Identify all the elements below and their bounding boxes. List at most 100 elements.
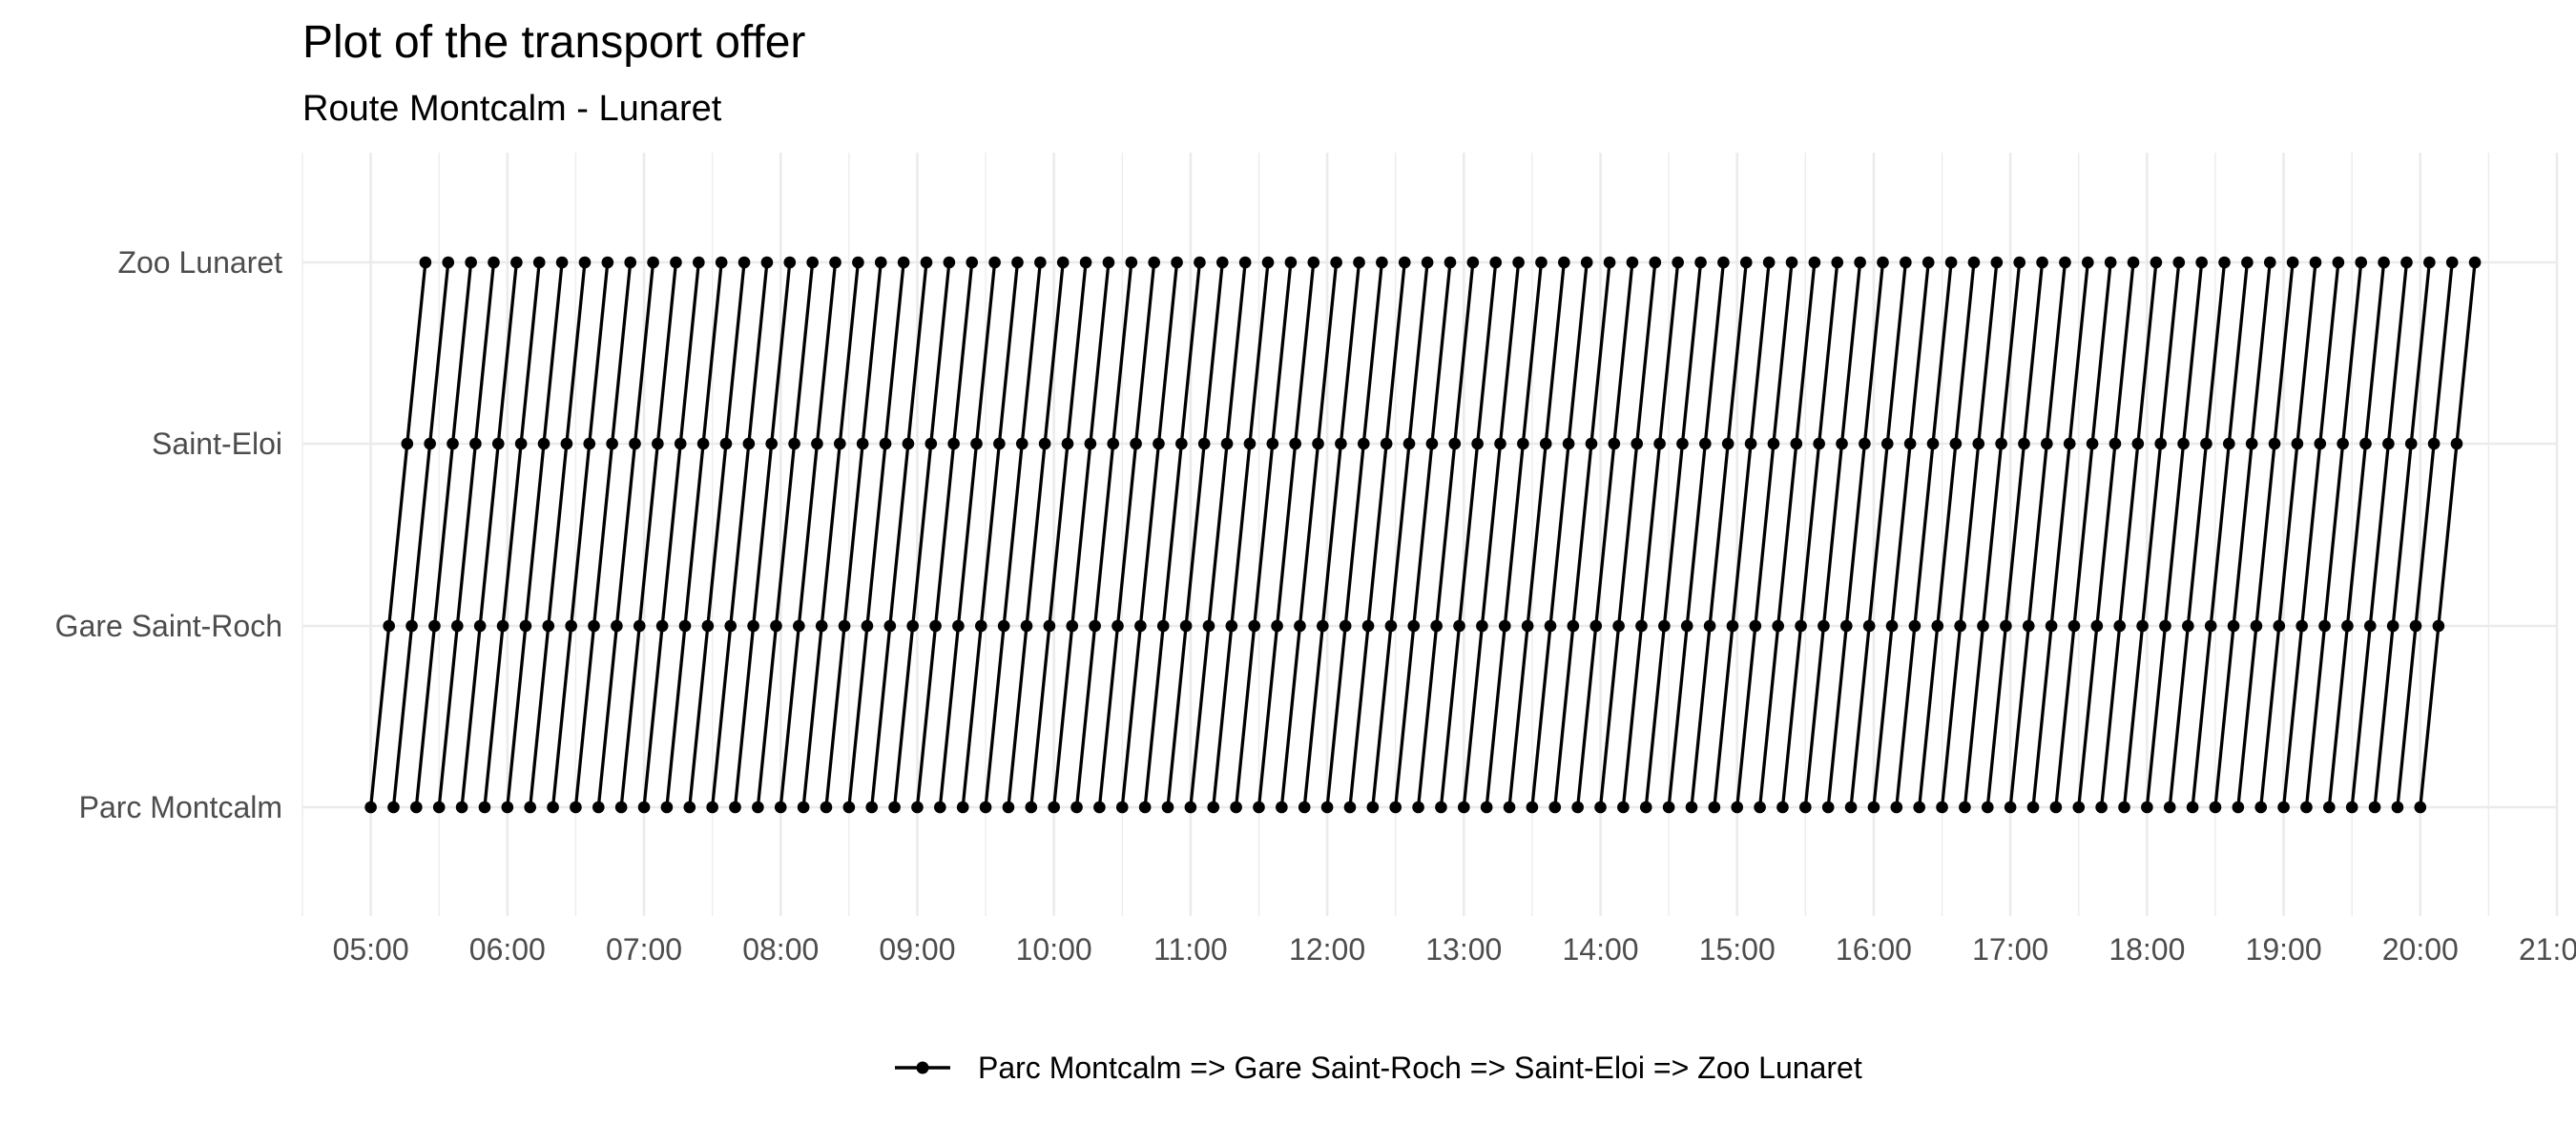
trip-stop-point	[532, 256, 546, 269]
trip-stop-point	[2391, 801, 2404, 814]
trip-stop-point	[1107, 437, 1120, 450]
trip-stop-point	[606, 437, 618, 450]
trip-stop-point	[1813, 437, 1825, 450]
trip-stop-point	[2172, 256, 2186, 269]
x-tick-label: 16:00	[1836, 932, 1912, 967]
trip-stop-point	[2241, 256, 2254, 269]
trip-stop-point	[1772, 619, 1784, 633]
trip-stop-point	[1721, 437, 1735, 450]
trip-stop-point	[2337, 437, 2349, 450]
trip-stop-point	[856, 437, 869, 450]
trip-stop-point	[701, 619, 715, 633]
trip-line	[1872, 261, 1930, 808]
trip-stop-point	[1808, 256, 1821, 269]
trip-stop-point	[1453, 619, 1465, 633]
chart: Plot of the transport offer Route Montca…	[55, 17, 2576, 1085]
trip-stop-point	[578, 256, 592, 269]
trip-stop-point	[1680, 619, 1693, 633]
trip-stop-point	[2286, 256, 2299, 269]
x-tick-label: 14:00	[1562, 932, 1638, 967]
trip-stop-point	[1498, 619, 1511, 633]
trip-line	[1940, 261, 1999, 808]
trip-stop-point	[1535, 256, 1548, 269]
trip-stop-point	[1179, 619, 1193, 633]
legend: Parc Montcalm => Gare Saint-Roch => Sain…	[895, 1051, 1862, 1085]
trip-stop-point	[2382, 437, 2395, 450]
trip-stop-point	[1093, 801, 1106, 814]
trip-stop-point	[2427, 437, 2441, 450]
trip-stop-point	[874, 256, 887, 269]
trip-stop-point	[1366, 801, 1380, 814]
trip-stop-point	[1225, 619, 1238, 633]
trip-line	[1985, 261, 2045, 808]
trip-stop-point	[2404, 437, 2418, 450]
trip-stop-point	[1685, 801, 1698, 814]
trip-stop-point	[1412, 801, 1424, 814]
trip-stop-point	[560, 437, 573, 450]
trip-stop-point	[906, 619, 919, 633]
trip-stop-point	[1243, 437, 1257, 450]
trip-stop-point	[428, 619, 441, 633]
trip-stop-point	[1694, 256, 1707, 269]
trip-stop-point	[1089, 619, 1101, 633]
trip-stop-point	[1335, 437, 1347, 450]
trip-stop-point	[1357, 437, 1370, 450]
trip-stop-point	[729, 801, 741, 814]
trip-stop-point	[1854, 256, 1866, 269]
trip-stop-point	[1134, 619, 1147, 633]
y-axis-ticks: Parc Montcalm Gare Saint-Roch Saint-Eloi Zo…	[55, 245, 282, 824]
trip-stop-point	[1795, 619, 1807, 633]
x-axis-ticks: 05:00 06:00 07:00 08:00 09:00 10:00 11:00 12:00…	[333, 932, 2576, 967]
trip-line	[1325, 261, 1384, 808]
trip-stop-point	[496, 619, 509, 633]
trip-stop-point	[1330, 256, 1342, 269]
trip-stop-point	[2359, 437, 2372, 450]
trip-line	[1895, 261, 1953, 808]
trip-line	[1029, 261, 1088, 808]
trip-line	[2054, 261, 2112, 808]
trip-line	[619, 261, 678, 808]
trip-stop-point	[1125, 256, 1138, 269]
trip-stop-point	[2250, 619, 2263, 633]
trip-line	[1803, 261, 1862, 808]
trip-stop-point	[1836, 437, 1848, 450]
trip-stop-point	[911, 801, 924, 814]
trip-stop-point	[2227, 619, 2240, 633]
trip-stop-point	[2468, 256, 2482, 269]
trip-line	[1667, 261, 1726, 808]
trip-line	[2419, 261, 2477, 808]
trip-stop-point	[752, 801, 764, 814]
trip-stop-point	[1840, 619, 1853, 633]
trip-stop-point	[811, 437, 823, 450]
trip-stop-point	[797, 801, 810, 814]
trip-stop-point	[1749, 619, 1762, 633]
trip-stop-point	[760, 256, 774, 269]
trip-stop-point	[2432, 619, 2445, 633]
trip-line	[1189, 261, 1247, 808]
trip-stop-point	[1649, 256, 1662, 269]
trip-stop-point	[1762, 256, 1776, 269]
trip-stop-point	[2423, 256, 2436, 269]
x-tick-label: 08:00	[742, 932, 819, 967]
trip-line	[1257, 261, 1316, 808]
trip-line	[688, 261, 746, 808]
trip-line	[2168, 261, 2227, 808]
trip-stop-point	[993, 437, 1006, 450]
trip-stop-point	[2141, 801, 2153, 814]
y-tick-label: Saint-Eloi	[152, 427, 282, 461]
trip-stop-point	[424, 437, 436, 450]
trip-stop-point	[2136, 619, 2149, 633]
y-tick-label: Parc Montcalm	[79, 790, 282, 824]
trip-stop-point	[2131, 437, 2145, 450]
trip-stop-point	[2082, 256, 2094, 269]
trip-stop-point	[383, 619, 396, 633]
trip-stop-point	[1061, 437, 1074, 450]
trip-stop-point	[1603, 256, 1616, 269]
trip-stop-point	[2309, 256, 2322, 269]
trip-stop-point	[524, 801, 536, 814]
trip-stop-point	[2177, 437, 2190, 450]
trip-stop-point	[1079, 256, 1092, 269]
trip-stop-point	[1859, 437, 1871, 450]
trip-stop-point	[1102, 256, 1115, 269]
trip-stop-point	[2355, 256, 2368, 269]
